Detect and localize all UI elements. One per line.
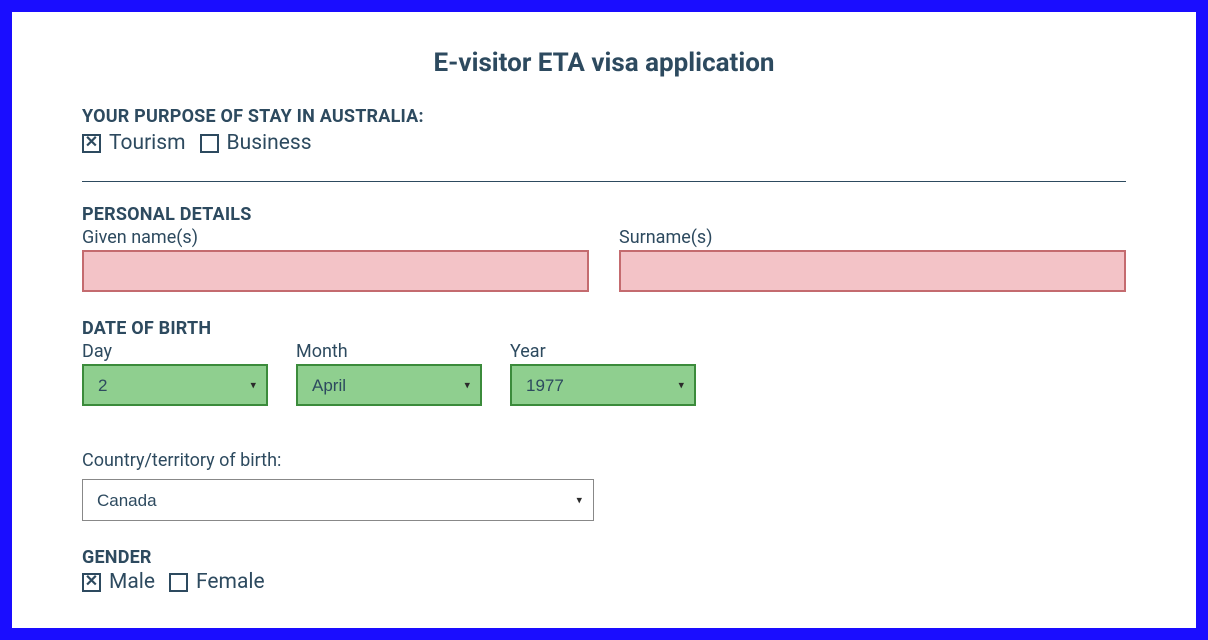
dob-heading: DATE OF BIRTH [82,318,1126,339]
male-checkbox[interactable] [82,573,101,592]
divider [82,181,1126,182]
dob-year-label: Year [510,341,696,362]
female-label: Female [196,570,265,594]
male-label: Male [109,570,155,594]
female-checkbox[interactable] [169,573,188,592]
purpose-section: YOUR PURPOSE OF STAY IN AUSTRALIA: Touri… [82,106,1126,155]
given-name-input[interactable] [82,250,589,292]
country-section: Country/territory of birth: Canada [82,450,1126,521]
country-select[interactable]: Canada [82,479,594,521]
tourism-label: Tourism [109,131,186,155]
dob-year-select[interactable]: 1977 [510,364,696,406]
personal-heading: PERSONAL DETAILS [82,204,1126,225]
dob-day-label: Day [82,341,268,362]
surname-label: Surname(s) [619,227,1126,248]
tourism-checkbox[interactable] [82,134,101,153]
country-label: Country/territory of birth: [82,450,1126,471]
page-title: E-visitor ETA visa application [82,48,1126,78]
dob-month-select[interactable]: April [296,364,482,406]
purpose-heading: YOUR PURPOSE OF STAY IN AUSTRALIA: [82,106,1126,127]
business-label: Business [227,131,312,155]
gender-heading: GENDER [82,547,1126,568]
personal-section: PERSONAL DETAILS Given name(s) Surname(s… [82,204,1126,292]
dob-section: DATE OF BIRTH Day 2 Month April [82,318,1126,406]
business-checkbox[interactable] [200,134,219,153]
dob-day-select[interactable]: 2 [82,364,268,406]
given-name-label: Given name(s) [82,227,589,248]
surname-input[interactable] [619,250,1126,292]
dob-month-label: Month [296,341,482,362]
gender-section: GENDER Male Female [82,547,1126,594]
